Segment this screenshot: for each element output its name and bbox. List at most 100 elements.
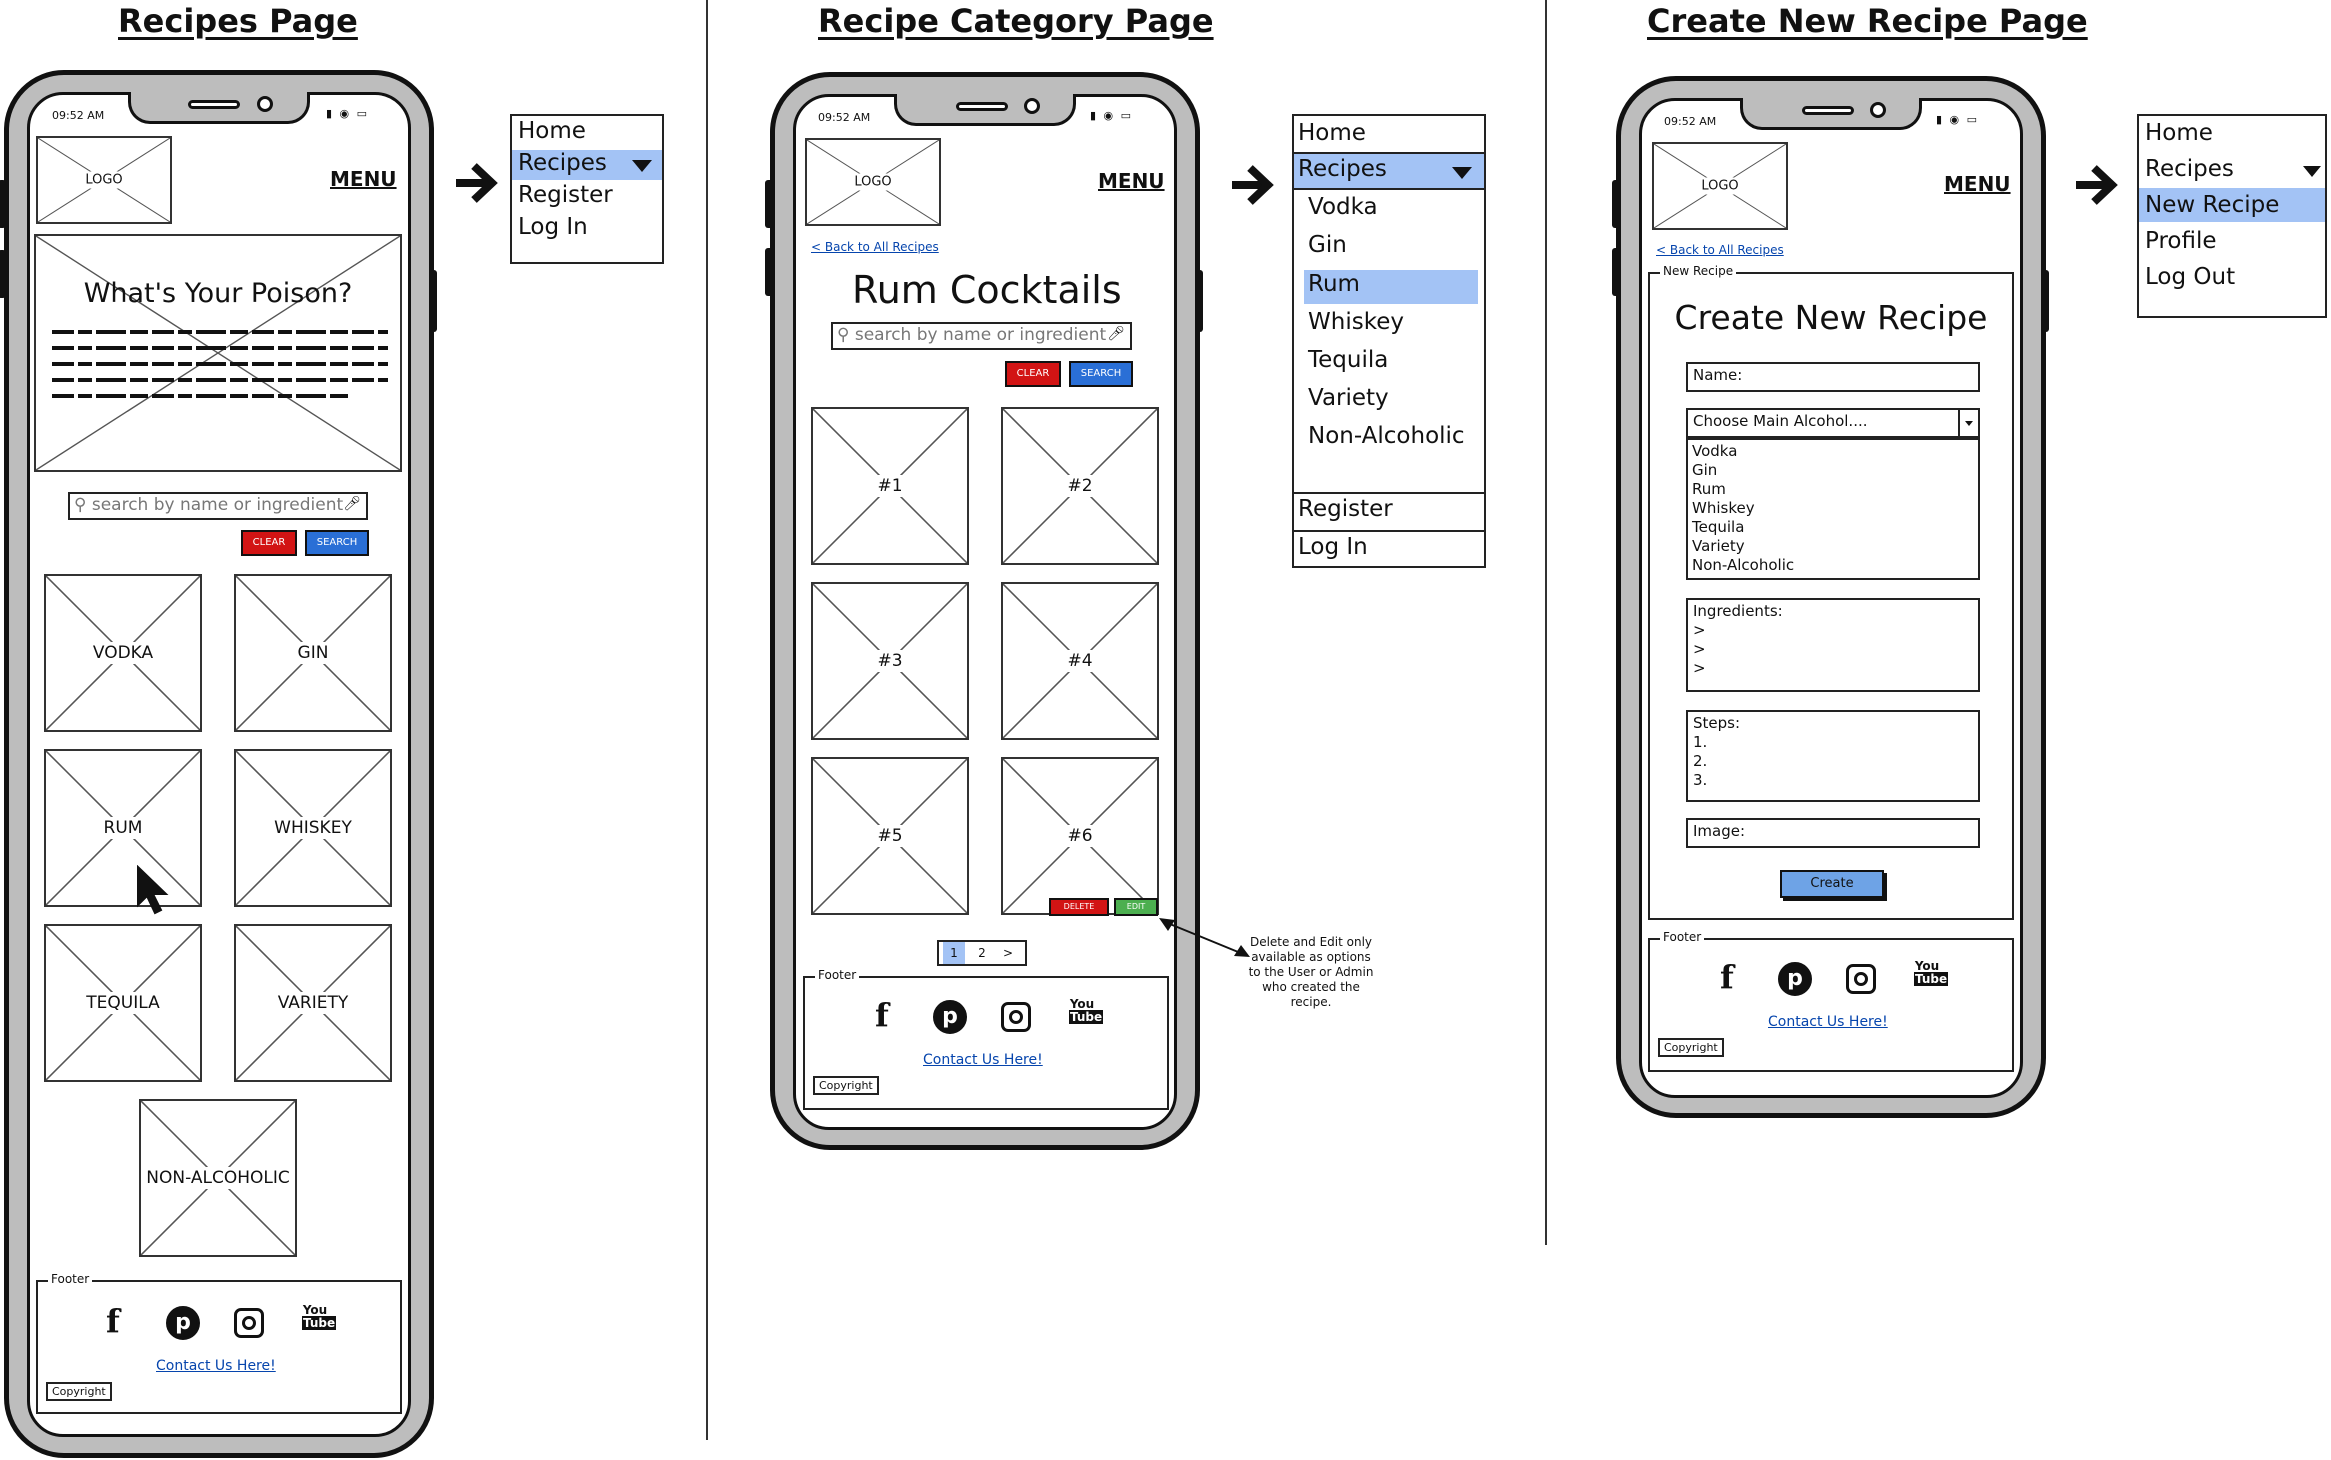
facebook-icon[interactable]: f <box>875 996 889 1034</box>
menu-button[interactable]: MENU <box>330 167 397 191</box>
youtube-icon[interactable]: You Tube <box>302 1304 337 1330</box>
logo-placeholder[interactable]: LOGO <box>805 138 941 226</box>
menu-item-home[interactable]: Home <box>518 118 586 144</box>
search-input[interactable]: ⚲ search by name or ingredient 🎤︎ <box>68 492 368 520</box>
menu-item-new-recipe[interactable]: New Recipe <box>2145 192 2279 218</box>
menu-button[interactable]: MENU <box>1944 172 2011 196</box>
option-variety[interactable]: Variety <box>1692 537 1974 556</box>
menu-item-tequila[interactable]: Tequila <box>1308 347 1388 373</box>
clear-button[interactable]: CLEAR <box>1005 361 1061 387</box>
microphone-icon[interactable]: 🎤︎ <box>343 496 361 512</box>
menu-item-login[interactable]: Log In <box>1298 534 1368 560</box>
page-next[interactable]: > <box>997 942 1019 964</box>
menu-item-variety[interactable]: Variety <box>1308 385 1389 411</box>
menu-item-profile[interactable]: Profile <box>2145 228 2217 254</box>
category-card-tequila[interactable]: TEQUILA <box>44 924 202 1082</box>
recipe-number: #5 <box>873 825 907 847</box>
option-non-alcoholic[interactable]: Non-Alcoholic <box>1692 556 1974 575</box>
menu-item-gin[interactable]: Gin <box>1308 232 1347 258</box>
recipe-card[interactable]: #2 <box>1001 407 1159 565</box>
footer-legend: Footer <box>1660 930 1705 944</box>
category-card-whiskey[interactable]: WHISKEY <box>234 749 392 907</box>
option-whiskey[interactable]: Whiskey <box>1692 499 1974 518</box>
recipe-card[interactable]: #3 <box>811 582 969 740</box>
nav-dropdown-category: Home Recipes Vodka Gin Rum Whiskey Tequi… <box>1292 114 1486 568</box>
pinterest-icon[interactable]: p <box>1778 962 1812 996</box>
recipe-card[interactable]: #5 <box>811 757 969 915</box>
footer: Footer f p You Tube Contact Us Here! Copy… <box>1648 930 2014 1072</box>
option-rum[interactable]: Rum <box>1692 480 1974 499</box>
recipe-card[interactable]: #4 <box>1001 582 1159 740</box>
steps-textarea[interactable]: Steps: 1. 2. 3. <box>1686 710 1980 802</box>
recipe-card[interactable]: #1 <box>811 407 969 565</box>
recipe-number: #1 <box>873 475 907 497</box>
clear-button[interactable]: CLEAR <box>241 530 297 556</box>
youtube-icon[interactable]: You Tube <box>1069 998 1104 1024</box>
caret-down-icon[interactable] <box>632 160 652 172</box>
page-1[interactable]: 1 <box>943 942 965 964</box>
menu-item-rum[interactable]: Rum <box>1308 271 1360 297</box>
category-card-vodka[interactable]: VODKA <box>44 574 202 732</box>
name-input[interactable]: Name: <box>1686 362 1980 392</box>
search-input[interactable]: ⚲ search by name or ingredient 🎤︎ <box>831 322 1132 350</box>
delete-button[interactable]: DELETE <box>1049 898 1109 916</box>
contact-link[interactable]: Contact Us Here! <box>923 1052 1043 1068</box>
recipe-number: #3 <box>873 650 907 672</box>
search-button[interactable]: SEARCH <box>305 530 369 556</box>
annotation-note: Delete and Edit only available as option… <box>1248 935 1374 1009</box>
category-card-gin[interactable]: GIN <box>234 574 392 732</box>
phone-speaker <box>956 102 1008 111</box>
main-alcohol-select[interactable]: Choose Main Alcohol.... <box>1686 408 1980 438</box>
recipe-card[interactable]: #6 <box>1001 757 1159 915</box>
logo-placeholder[interactable]: LOGO <box>1652 142 1788 230</box>
menu-item-recipes[interactable]: Recipes <box>2145 156 2234 182</box>
pinterest-icon[interactable]: p <box>166 1306 200 1340</box>
menu-item-non-alcoholic[interactable]: Non-Alcoholic <box>1308 423 1465 449</box>
category-card-variety[interactable]: VARIETY <box>234 924 392 1082</box>
menu-item-recipes[interactable]: Recipes <box>518 150 607 176</box>
category-card-non-alcoholic[interactable]: NON-ALCOHOLIC <box>139 1099 297 1257</box>
category-card-rum[interactable]: RUM <box>44 749 202 907</box>
ingredients-textarea[interactable]: Ingredients: > > > <box>1686 598 1980 692</box>
create-button[interactable]: Create <box>1780 870 1884 898</box>
facebook-icon[interactable]: f <box>106 1302 120 1340</box>
image-input[interactable]: Image: <box>1686 818 1980 848</box>
menu-item-home[interactable]: Home <box>2145 120 2213 146</box>
search-placeholder: search by name or ingredient <box>854 325 1107 345</box>
back-link[interactable]: < Back to All Recipes <box>1656 243 1784 257</box>
search-button[interactable]: SEARCH <box>1069 361 1133 387</box>
contact-link[interactable]: Contact Us Here! <box>1768 1014 1888 1030</box>
option-gin[interactable]: Gin <box>1692 461 1974 480</box>
edit-button[interactable]: EDIT <box>1114 898 1158 916</box>
option-tequila[interactable]: Tequila <box>1692 518 1974 537</box>
menu-divider <box>1294 188 1484 190</box>
back-link[interactable]: < Back to All Recipes <box>811 240 939 254</box>
instagram-icon[interactable] <box>234 1308 264 1338</box>
menu-item-register[interactable]: Register <box>1298 496 1393 522</box>
nav-dropdown-create: Home Recipes New Recipe Profile Log Out <box>2137 114 2327 318</box>
facebook-icon[interactable]: f <box>1720 958 1734 996</box>
option-vodka[interactable]: Vodka <box>1692 442 1974 461</box>
menu-item-logout[interactable]: Log Out <box>2145 264 2235 290</box>
menu-item-recipes[interactable]: Recipes <box>1298 156 1387 182</box>
instagram-icon[interactable] <box>1846 964 1876 994</box>
page-2[interactable]: 2 <box>971 942 993 964</box>
select-chevron-icon[interactable] <box>1958 410 1978 436</box>
menu-item-register[interactable]: Register <box>518 182 613 208</box>
menu-item-login[interactable]: Log In <box>518 214 588 240</box>
pinterest-icon[interactable]: p <box>933 1000 967 1034</box>
menu-button[interactable]: MENU <box>1098 169 1165 193</box>
caret-down-icon[interactable] <box>1452 167 1472 179</box>
menu-item-vodka[interactable]: Vodka <box>1308 194 1378 220</box>
microphone-icon[interactable]: 🎤︎ <box>1107 326 1125 342</box>
menu-item-whiskey[interactable]: Whiskey <box>1308 309 1404 335</box>
recipe-number: #6 <box>1063 825 1097 847</box>
logo-placeholder[interactable]: LOGO <box>36 136 172 224</box>
contact-link[interactable]: Contact Us Here! <box>156 1358 276 1374</box>
menu-item-home[interactable]: Home <box>1298 120 1366 146</box>
instagram-icon[interactable] <box>1001 1002 1031 1032</box>
caret-down-icon[interactable] <box>2303 166 2321 177</box>
youtube-icon[interactable]: You Tube <box>1914 960 1949 986</box>
recipes-page-title: Recipes Page <box>118 2 358 40</box>
nav-dropdown-recipes: Home Recipes Register Log In <box>510 114 664 264</box>
